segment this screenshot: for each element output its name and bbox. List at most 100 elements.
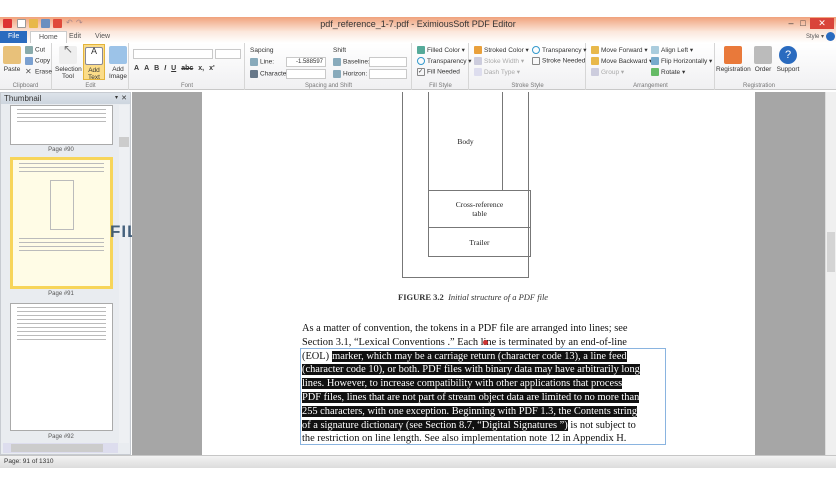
add-text-button[interactable]: A Add Text	[83, 44, 105, 81]
figure-diagram: Body Cross-reference table Trailer	[402, 92, 531, 278]
thumbnail-vscroll[interactable]	[119, 105, 129, 443]
text-run: As a matter of convention, the tokens in…	[302, 323, 628, 334]
character-spacing-icon	[250, 70, 258, 78]
line-spacing-input[interactable]: -1.588597	[286, 57, 326, 67]
paste-label: Paste	[3, 66, 21, 73]
paste-button[interactable]: Paste	[3, 46, 21, 73]
copy-label: Copy	[35, 57, 51, 65]
flip-horizontally-button[interactable]: Flip Horizontally ▾	[651, 57, 712, 66]
character-spacing-label: Character:	[250, 70, 290, 78]
horizon-input[interactable]	[369, 69, 407, 79]
group-icon	[591, 68, 599, 77]
grow-font-button[interactable]: A	[134, 65, 139, 72]
move-forward-button[interactable]: Move Forward ▾	[591, 46, 648, 55]
selection-tool-button[interactable]: ↖ Selection Tool	[55, 43, 82, 80]
align-left-button[interactable]: Align Left ▾	[651, 46, 693, 55]
document-viewport: Body Cross-reference table Trailer FIGUR…	[132, 92, 825, 455]
support-button[interactable]: ? Support	[774, 46, 802, 73]
tab-file[interactable]: File	[0, 31, 28, 43]
thumbnail-label: Page #90	[48, 147, 74, 153]
transparency-icon	[532, 46, 540, 55]
rotate-handle[interactable]	[483, 340, 488, 345]
baseline-label: Baseline:	[333, 58, 370, 66]
transparency-icon	[417, 57, 425, 66]
font-name-select[interactable]	[133, 49, 213, 59]
thumbnail-page-92[interactable]	[10, 303, 113, 431]
fill-needed-checkbox[interactable]: ✓ Fill Needed	[417, 68, 460, 76]
group-spacing: Sapcing Line: -1.588597 Character: Shift…	[246, 43, 412, 90]
group-edit: ↖ Selection Tool A Add Text Add Image Edit	[53, 43, 129, 90]
group-registration: Registration Order ? Support Registration	[716, 43, 802, 90]
filled-color-button[interactable]: Filled Color ▾	[417, 46, 465, 55]
cut-label: Cut	[35, 46, 46, 54]
rotate-button[interactable]: Rotate ▾	[651, 68, 685, 77]
group-arrangement: Move Forward ▾ Move Backward ▾ Group ▾ A…	[587, 43, 715, 90]
stroke-width-button[interactable]: Stoke Width ▾	[474, 57, 524, 66]
stroke-width-icon	[474, 57, 482, 66]
edit-group-label: Edit	[85, 83, 96, 89]
thumbnail-page-91[interactable]	[10, 157, 113, 289]
group-stroke-style: Stroked Color ▾ Stoke Width ▾ Dash Type …	[470, 43, 587, 90]
close-button[interactable]: ✕	[810, 18, 834, 29]
close-panel-icon[interactable]: ✕	[121, 93, 127, 104]
rotate-icon	[651, 68, 659, 77]
figure-box-trailer: Trailer	[428, 227, 531, 257]
subscript-button[interactable]: x,	[198, 65, 204, 72]
stroke-transparency-button[interactable]: Transparency ▾	[532, 46, 587, 55]
italic-button[interactable]: I	[164, 65, 166, 72]
minimize-button[interactable]: –	[785, 18, 797, 29]
stroked-color-button[interactable]: Stroked Color ▾	[474, 46, 529, 55]
help-icon[interactable]	[826, 32, 835, 41]
baseline-input[interactable]	[369, 57, 407, 67]
strikethrough-button[interactable]: abc	[181, 65, 193, 72]
dash-type-icon	[474, 68, 482, 77]
superscript-button[interactable]: x'	[209, 65, 215, 72]
add-image-label: Add Image	[108, 66, 128, 80]
character-spacing-input[interactable]	[286, 69, 326, 79]
shift-title: Shift	[333, 47, 347, 54]
erase-button[interactable]: ✕ Erase	[25, 68, 52, 76]
checkbox-unchecked-icon	[532, 57, 540, 65]
font-group-label: Font	[180, 83, 193, 89]
group-clipboard: Paste Cut Copy ✕ Erase Clipboard	[0, 43, 52, 90]
cart-icon	[754, 46, 772, 64]
tab-view[interactable]: View	[87, 31, 118, 43]
align-left-icon	[651, 46, 659, 55]
support-icon: ?	[779, 46, 797, 64]
add-image-button[interactable]: Add Image	[107, 46, 129, 80]
text-selection-box[interactable]	[300, 348, 666, 445]
status-bar: Page: 91 of 1310	[0, 455, 836, 468]
spacing-title: Sapcing	[250, 47, 274, 54]
order-button[interactable]: Order	[752, 46, 774, 73]
fill-group-label: Fill Style	[429, 83, 452, 89]
stroke-needed-checkbox[interactable]: Stroke Needed	[532, 57, 585, 65]
move-backward-button[interactable]: Move Backward ▾	[591, 57, 652, 66]
underline-button[interactable]: U	[171, 65, 176, 72]
figure-box-body: Body	[403, 92, 528, 190]
add-text-label: Add Text	[88, 67, 100, 81]
font-size-select[interactable]	[215, 49, 241, 59]
bold-button[interactable]: B	[154, 65, 159, 72]
registration-button[interactable]: Registration	[716, 46, 751, 73]
horizon-icon	[333, 70, 341, 78]
maximize-button[interactable]: □	[797, 18, 809, 29]
cursor-icon: ↖	[59, 43, 77, 64]
pin-icon[interactable]: ▾	[115, 93, 118, 104]
shrink-font-button[interactable]: A	[144, 65, 149, 72]
copy-button[interactable]: Copy	[25, 57, 50, 65]
ribbon-tabs: File Home Edit View Style ▾	[0, 31, 836, 43]
dash-type-button[interactable]: Dash Type ▾	[474, 68, 520, 77]
pdf-page: Body Cross-reference table Trailer FIGUR…	[202, 92, 755, 455]
fill-transparency-button[interactable]: Transparency ▾	[417, 57, 472, 66]
document-vscroll[interactable]	[825, 92, 836, 455]
style-menu[interactable]: Style ▾	[806, 33, 824, 40]
group-button[interactable]: Group ▾	[591, 68, 624, 77]
erase-label: Erase	[35, 68, 52, 76]
thumbnail-label: Page #91	[48, 291, 74, 297]
thumbnail-panel-header: Thumbnail ▾ ✕	[1, 93, 130, 104]
text-run: Section 3.1, “Lexical Conventions .” Eac…	[302, 336, 627, 348]
cut-button[interactable]: Cut	[25, 46, 45, 54]
thumbnail-label: Page #92	[48, 434, 74, 440]
thumbnail-hscroll[interactable]	[3, 443, 118, 453]
thumbnail-page-90[interactable]	[10, 105, 113, 145]
